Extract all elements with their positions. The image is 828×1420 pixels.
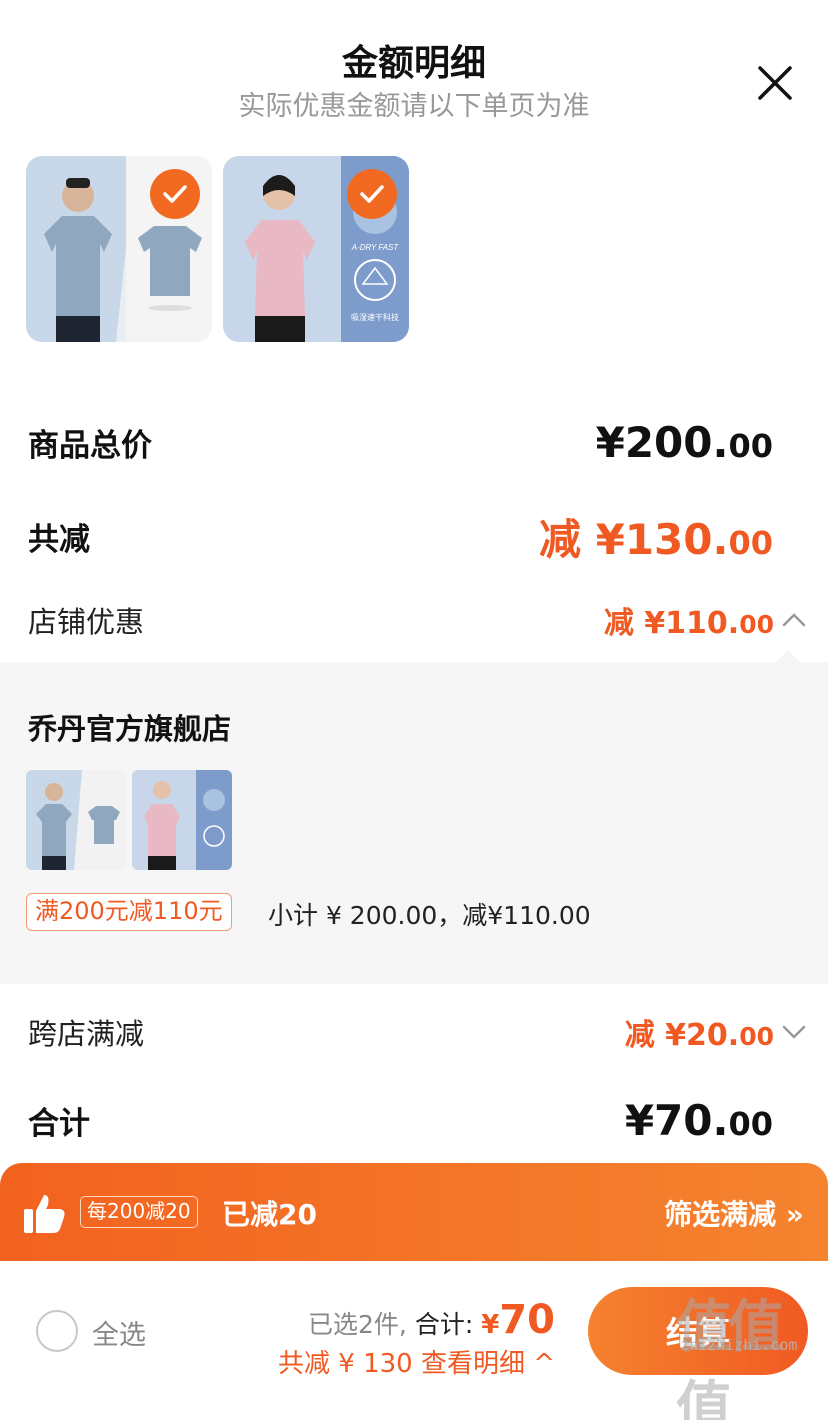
cross-store-discount-row[interactable]: 跨店满减 减 ¥20.00 — [28, 1010, 806, 1054]
modal-header: 金额明细 实际优惠金额请以下单页为准 — [0, 0, 828, 130]
close-icon[interactable] — [756, 64, 794, 102]
checked-icon[interactable] — [347, 169, 397, 219]
filter-promo-link[interactable]: 筛选满减 » — [664, 1193, 804, 1233]
view-details-link[interactable]: 共减 ¥ 130 查看明细 ^ — [278, 1343, 555, 1380]
discount-value: 减 ¥130.00 — [538, 515, 773, 564]
total-label: 合计 — [28, 1106, 90, 1142]
store-item-thumbnail-women — [132, 770, 232, 870]
store-name: 乔丹官方旗舰店 — [28, 712, 232, 746]
discount-row: 共减 减 ¥130.00 — [28, 506, 773, 567]
promo-tag: 满200元减110元 — [26, 893, 232, 931]
total-value: ¥70.00 — [624, 1096, 773, 1145]
product-thumbnail-men-tshirt[interactable] — [26, 156, 212, 342]
cross-store-value[interactable]: 减 ¥20.00 — [625, 1010, 806, 1054]
checked-icon[interactable] — [150, 169, 200, 219]
thumbs-up-icon — [24, 1195, 65, 1233]
select-all-label[interactable]: 全选 — [92, 1313, 146, 1352]
discount-label: 共减 — [28, 522, 90, 558]
order-summary: 已选2件, 合计: ¥70 — [308, 1297, 555, 1343]
selected-count: 已选2件, — [308, 1310, 407, 1339]
cross-store-label: 跨店满减 — [28, 1017, 145, 1051]
footer-total-value: 70 — [499, 1297, 555, 1343]
goods-total-row: 商品总价 ¥200.00 — [28, 418, 773, 467]
store-discount-row[interactable]: 店铺优惠 减 ¥110.00 — [28, 598, 806, 642]
product-label-text: A-DRY FAST — [351, 243, 400, 252]
promo-applied-text: 已减20 — [222, 1198, 317, 1231]
product-badge-text: 吸湿速干科技 — [351, 312, 399, 322]
goods-total-label: 商品总价 — [28, 428, 152, 464]
panel-pointer — [776, 650, 800, 662]
footer-total-currency: ¥ — [481, 1310, 500, 1340]
modal-subtitle: 实际优惠金额请以下单页为准 — [238, 91, 590, 122]
select-all-radio[interactable] — [36, 1310, 78, 1352]
store-discount-value[interactable]: 减 ¥110.00 — [604, 598, 806, 642]
product-thumbnail-women-tshirt[interactable]: A-DRY FAST 吸湿速干科技 — [223, 156, 409, 342]
total-row: 合计 ¥70.00 — [28, 1096, 773, 1145]
chevron-up-icon[interactable] — [782, 612, 806, 628]
store-item-thumbnail-men — [26, 770, 126, 870]
modal-title: 金额明细 — [341, 43, 486, 84]
cross-store-promo-banner[interactable]: 每200减20 已减20 筛选满减 » — [0, 1163, 828, 1261]
promo-subtotal-text: 小计 ¥ 200.00，减¥110.00 — [268, 901, 591, 930]
chevron-down-icon[interactable] — [782, 1024, 806, 1040]
store-discount-label: 店铺优惠 — [28, 605, 145, 639]
store-discount-panel: 乔丹官方旗舰店 满200元减110元 小计 ¥ 200.00，减¥110.00 — [0, 650, 828, 984]
promo-rule-tag: 每200减20 — [80, 1196, 198, 1228]
goods-total-value: ¥200.00 — [595, 418, 773, 467]
footer-total-label: 合计: — [414, 1310, 474, 1339]
watermark-url: zhizhizhi.com — [680, 1336, 798, 1354]
